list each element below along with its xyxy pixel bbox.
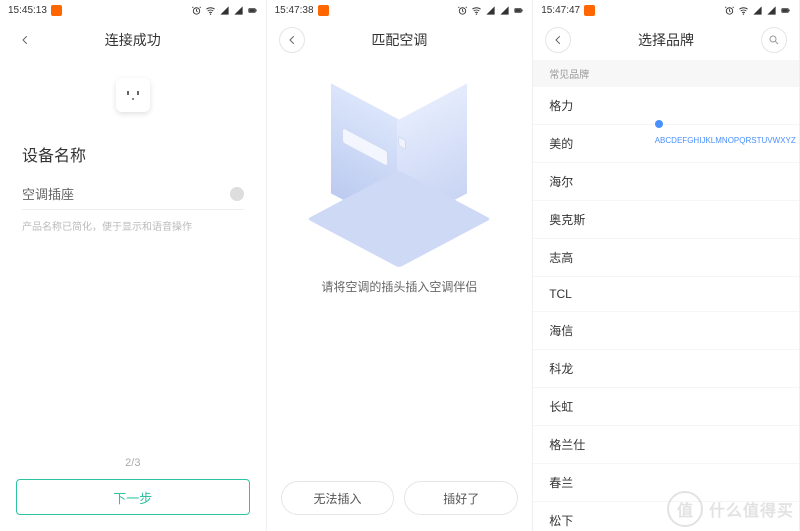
panel2-body: 请将空调的插头插入空调伴侣: [267, 60, 533, 481]
battery-icon: [247, 5, 258, 16]
brand-item[interactable]: 科龙: [533, 350, 799, 388]
header: 连接成功: [0, 20, 266, 60]
panel1-footer: 下一步: [0, 479, 266, 531]
page-title: 匹配空调: [371, 30, 427, 50]
signal-icon: [485, 5, 496, 16]
chevron-left-icon: [19, 34, 31, 46]
brand-item[interactable]: 奥克斯: [533, 201, 799, 239]
clear-icon[interactable]: [230, 187, 244, 201]
signal-icon-2: [499, 5, 510, 16]
status-time: 15:45:13: [8, 5, 47, 16]
page-title: 选择品牌: [638, 30, 694, 50]
signal-icon-2: [233, 5, 244, 16]
brand-item[interactable]: 海尔: [533, 163, 799, 201]
app-indicator-icon: [318, 5, 329, 16]
input-hint: 产品名称已简化，便于显示和语音操作: [22, 218, 244, 233]
watermark-icon: 值: [667, 491, 703, 527]
signal-icon-2: [766, 5, 777, 16]
wifi-icon: [471, 5, 482, 16]
status-bar: 15:47:47: [533, 0, 799, 20]
instruction-text: 请将空调的插头插入空调伴侣: [321, 278, 477, 295]
wifi-icon: [205, 5, 216, 16]
watermark-text: 什么值得买: [709, 497, 794, 521]
search-button[interactable]: [761, 27, 787, 53]
pager: 2/3: [0, 457, 266, 479]
header: 选择品牌: [533, 20, 799, 60]
section-header: 常见品牌: [533, 60, 799, 87]
search-icon: [768, 34, 780, 46]
status-time: 15:47:38: [275, 5, 314, 16]
status-bar: 15:45:13: [0, 0, 266, 20]
status-icons: [724, 5, 791, 16]
status-icons: [457, 5, 524, 16]
panel-connect-success: 15:45:13 连接成功 设备名称 空调插座 产品名称已简化，便于显示和语音操…: [0, 0, 267, 531]
alpha-letter[interactable]: Z: [791, 136, 796, 145]
signal-icon: [752, 5, 763, 16]
battery-icon: [780, 5, 791, 16]
signal-icon: [219, 5, 230, 16]
wifi-icon: [738, 5, 749, 16]
alarm-icon: [191, 5, 202, 16]
alarm-icon: [724, 5, 735, 16]
alarm-icon: [457, 5, 468, 16]
brand-item[interactable]: 长虹: [533, 388, 799, 426]
panel2-footer: 无法插入 插好了: [267, 481, 533, 531]
back-button[interactable]: [12, 27, 38, 53]
back-button[interactable]: [279, 27, 305, 53]
plugged-button[interactable]: 插好了: [404, 481, 518, 515]
cannot-plug-button[interactable]: 无法插入: [281, 481, 395, 515]
alpha-letter[interactable]: M: [715, 136, 722, 145]
app-indicator-icon: [51, 5, 62, 16]
brand-item[interactable]: 志高: [533, 239, 799, 277]
room-illustration: [314, 84, 484, 254]
chevron-left-icon: [286, 34, 298, 46]
header: 匹配空调: [267, 20, 533, 60]
panel1-body: 设备名称 空调插座 产品名称已简化，便于显示和语音操作: [0, 60, 266, 457]
alpha-index[interactable]: ABCDEFGHIJKLMNOPQRSTUVWXYZ: [655, 120, 796, 148]
device-name-input-row[interactable]: 空调插座: [22, 184, 244, 210]
device-icon-wrap: [22, 78, 244, 112]
chevron-left-icon: [552, 34, 564, 46]
watermark: 值 什么值得买: [667, 491, 794, 527]
alpha-index-top[interactable]: [655, 120, 663, 128]
brand-item[interactable]: 海信: [533, 312, 799, 350]
device-name-label: 设备名称: [22, 142, 244, 166]
brand-item[interactable]: TCL: [533, 277, 799, 312]
socket-icon: [116, 78, 150, 112]
status-icons: [191, 5, 258, 16]
next-button[interactable]: 下一步: [16, 479, 250, 515]
status-bar: 15:47:38: [267, 0, 533, 20]
device-name-input[interactable]: 空调插座: [22, 184, 74, 203]
panel-select-brand: 15:47:47 选择品牌 常见品牌 格力美的海尔奥克斯志高TCL海信科龙长虹格…: [533, 0, 800, 531]
page-title: 连接成功: [105, 30, 161, 50]
app-indicator-icon: [584, 5, 595, 16]
brand-item[interactable]: 格兰仕: [533, 426, 799, 464]
battery-icon: [513, 5, 524, 16]
panel-pair-ac: 15:47:38 匹配空调 请将空调的插头插入空调伴侣 无法插入 插好了: [267, 0, 534, 531]
status-time: 15:47:47: [541, 5, 580, 16]
brand-list[interactable]: 常见品牌 格力美的海尔奥克斯志高TCL海信科龙长虹格兰仕春兰松下新科LG 乐金 …: [533, 60, 799, 531]
back-button[interactable]: [545, 27, 571, 53]
